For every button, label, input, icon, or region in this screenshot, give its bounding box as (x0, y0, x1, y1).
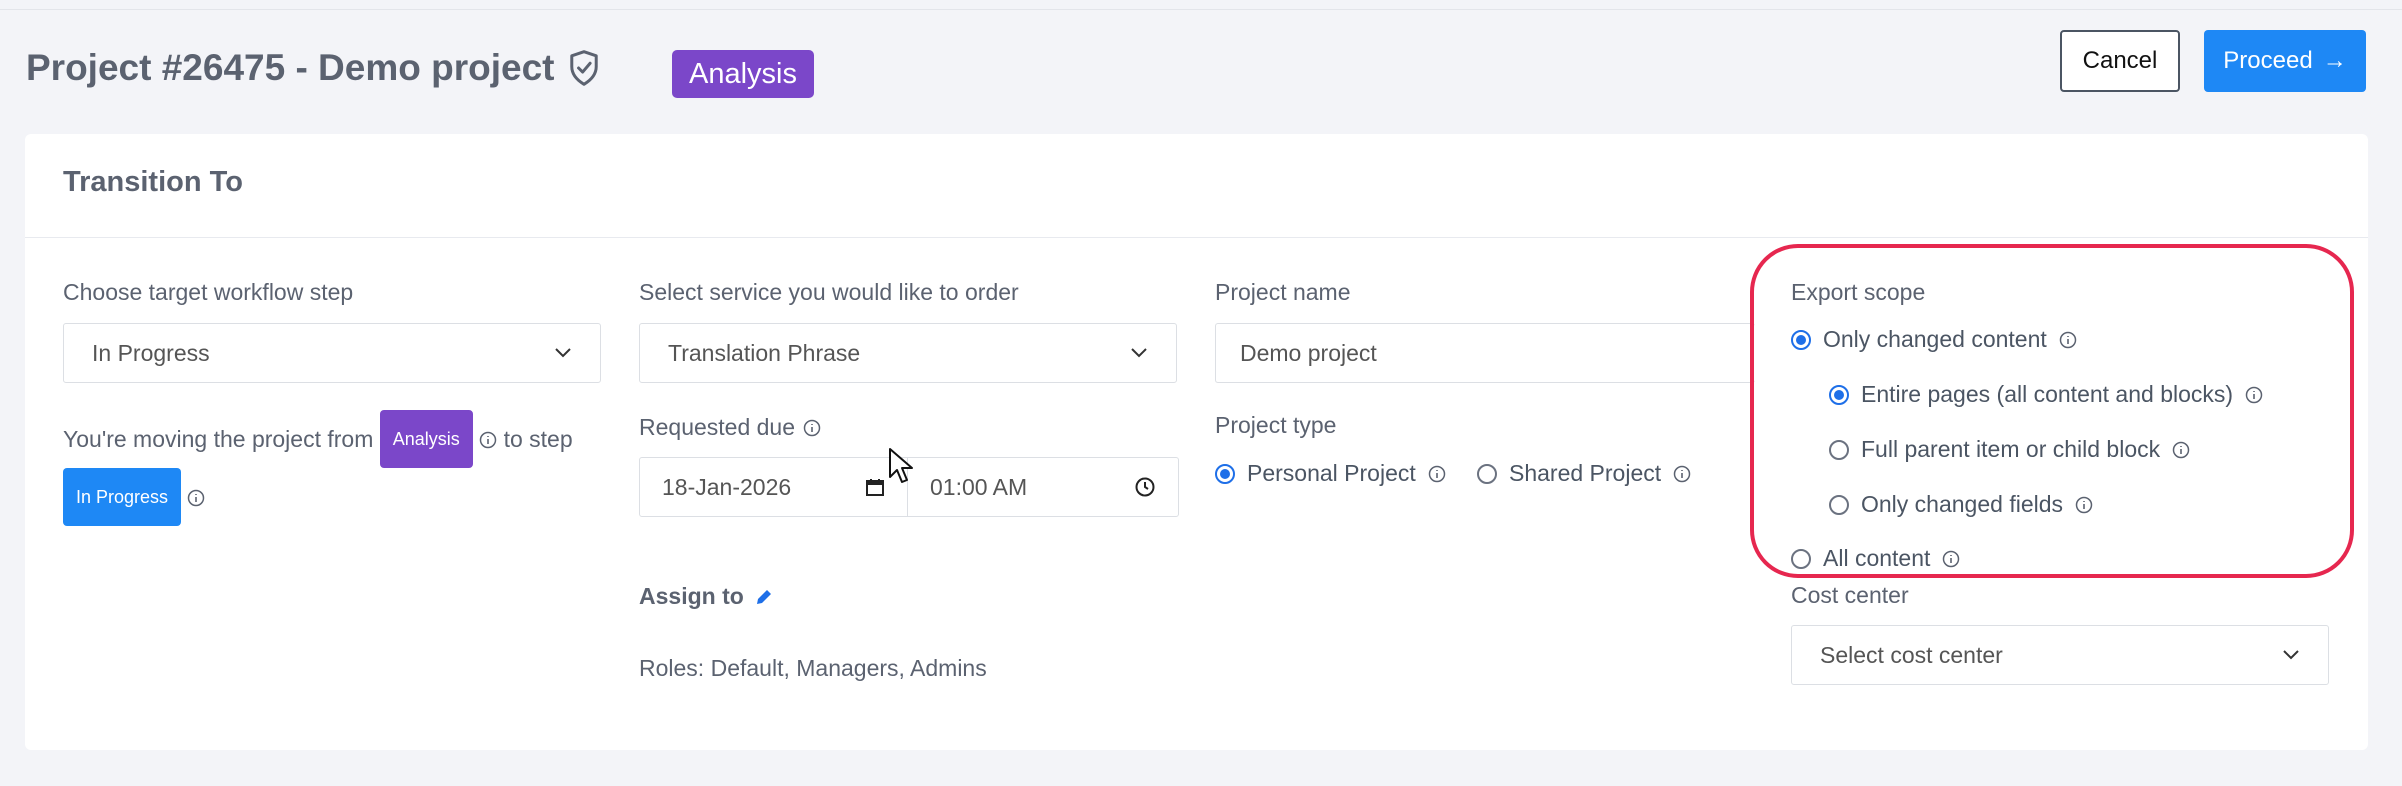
service-select[interactable]: Translation Phrase (639, 323, 1177, 383)
pencil-icon[interactable] (754, 587, 774, 607)
info-icon (1943, 550, 1960, 567)
proceed-button[interactable]: Proceed → (2204, 30, 2366, 92)
chevron-down-icon (555, 348, 571, 358)
all-content-label: All content (1823, 545, 1931, 571)
due-time-value: 01:00 AM (930, 473, 1028, 500)
info-icon (2075, 496, 2093, 513)
only-changed-label: Only changed content (1823, 326, 2047, 352)
workflow-step-select[interactable]: In Progress (63, 323, 601, 383)
entire-pages-label: Entire pages (all content and blocks) (1861, 381, 2234, 407)
export-option-changed[interactable]: Only changed content (1791, 326, 2077, 353)
cost-center-select[interactable]: Select cost center (1791, 625, 2329, 685)
chevron-down-icon (1131, 348, 1147, 358)
info-icon (2245, 386, 2263, 403)
export-sub-parent[interactable]: Full parent item or child block (1829, 436, 2190, 463)
info-icon (479, 431, 497, 449)
export-option-all[interactable]: All content (1791, 545, 1960, 572)
to-step-text: to step (503, 426, 573, 452)
info-icon (2172, 441, 2190, 458)
radio-shared[interactable] (1477, 463, 1497, 484)
assign-to-text: Assign to (639, 583, 744, 609)
full-parent-label: Full parent item or child block (1861, 436, 2161, 462)
shared-label: Shared Project (1509, 460, 1662, 486)
service-value: Translation Phrase (668, 339, 861, 366)
personal-label: Personal Project (1247, 460, 1416, 486)
cancel-button[interactable]: Cancel (2060, 30, 2180, 92)
info-icon (1428, 465, 1445, 482)
page-title: Project #26475 - Demo project (26, 47, 601, 89)
info-icon (1673, 465, 1691, 482)
chevron-down-icon (2283, 650, 2299, 660)
card-title: Transition To (25, 134, 2368, 238)
project-name-input[interactable]: Demo project (1215, 323, 1755, 383)
project-type-label: Project type (1215, 412, 1337, 438)
radio-entire-pages[interactable] (1829, 384, 1849, 405)
changed-fields-label: Only changed fields (1861, 491, 2064, 517)
due-time-input[interactable]: 01:00 AM (908, 458, 1178, 516)
requested-due-label: Requested due (639, 414, 821, 441)
export-sub-fields[interactable]: Only changed fields (1829, 491, 2093, 518)
cost-center-label: Cost center (1791, 582, 1909, 608)
export-sub-entire[interactable]: Entire pages (all content and blocks) (1829, 381, 2263, 408)
workflow-step-value: In Progress (92, 339, 210, 366)
radio-changed-fields[interactable] (1829, 494, 1849, 515)
due-date-input[interactable]: 18-Jan-2026 (640, 458, 908, 516)
export-scope-label: Export scope (1791, 279, 1926, 305)
radio-personal[interactable] (1215, 463, 1235, 484)
mouse-cursor-icon (889, 448, 913, 483)
workflow-move-info: You're moving the project from Analysis … (63, 410, 603, 526)
info-icon (2059, 331, 2077, 348)
requested-due-text: Requested due (639, 414, 796, 440)
service-label: Select service you would like to order (639, 279, 1019, 305)
project-name-label: Project name (1215, 279, 1351, 305)
info-icon (188, 489, 205, 507)
clock-icon (1135, 477, 1155, 497)
project-type-personal[interactable]: Personal Project (1215, 460, 1446, 487)
project-type-shared[interactable]: Shared Project (1477, 460, 1691, 487)
assign-to-label: Assign to (639, 583, 774, 610)
status-badge: Analysis (672, 50, 814, 98)
arrow-right-icon: → (2322, 47, 2347, 74)
shield-check-icon (569, 50, 598, 86)
radio-all-content[interactable] (1791, 548, 1811, 569)
radio-only-changed[interactable] (1791, 329, 1811, 350)
page-title-text: Project #26475 - Demo project (26, 47, 555, 88)
radio-full-parent[interactable] (1829, 439, 1849, 460)
project-name-value: Demo project (1240, 339, 1377, 366)
due-date-value: 18-Jan-2026 (662, 473, 792, 500)
cost-center-placeholder: Select cost center (1820, 641, 2003, 668)
roles-text: Roles: Default, Managers, Admins (639, 655, 987, 681)
info-icon (803, 419, 821, 436)
workflow-step-label: Choose target workflow step (63, 279, 354, 305)
proceed-label: Proceed (2223, 47, 2313, 74)
from-step-tag: Analysis (379, 410, 473, 468)
top-bar (0, 0, 2402, 10)
calendar-icon (866, 479, 884, 496)
moving-prefix: You're moving the project from (63, 426, 374, 452)
to-step-tag: In Progress (63, 468, 182, 526)
